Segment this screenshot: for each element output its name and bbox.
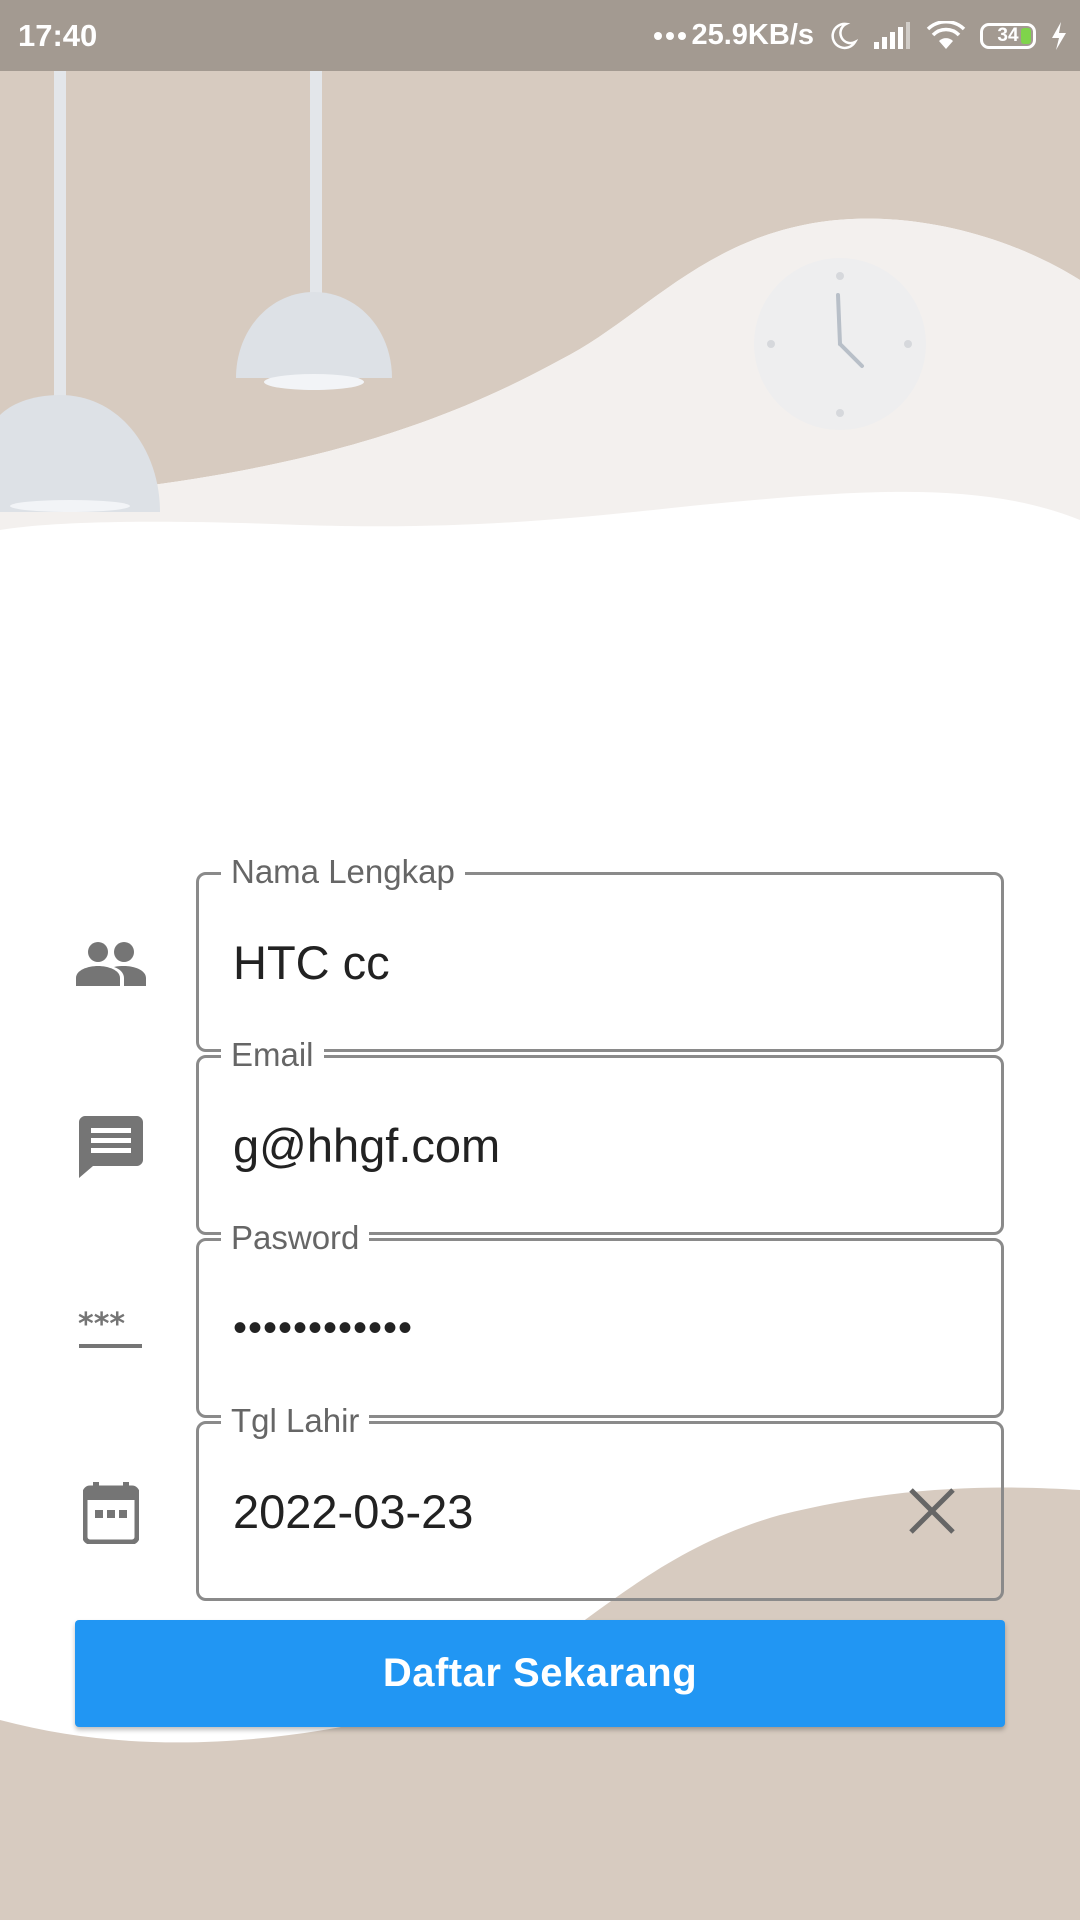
password-field[interactable]: Pasword •••••••••••• xyxy=(196,1219,1004,1418)
full-name-value[interactable]: HTC cc xyxy=(233,875,390,1049)
battery-icon: 34 xyxy=(980,22,1036,49)
birth-date-field[interactable]: Tgl Lahir 2022-03-23 xyxy=(196,1402,1004,1601)
more-dots-icon xyxy=(654,31,687,40)
birth-date-value[interactable]: 2022-03-23 xyxy=(233,1424,473,1598)
charging-bolt-icon xyxy=(1052,21,1066,50)
status-time: 17:40 xyxy=(18,17,98,53)
moon-icon xyxy=(831,22,858,49)
message-icon xyxy=(76,1116,146,1178)
status-bar: 17:40 25.9KB/s 34 xyxy=(0,0,1080,71)
people-icon xyxy=(76,934,146,994)
svg-text:***: *** xyxy=(78,1310,125,1342)
register-button-label: Daftar Sekarang xyxy=(382,1651,698,1695)
battery-level: 34 xyxy=(997,24,1019,46)
status-icons: 25.9KB/s 34 xyxy=(653,19,1068,52)
email-value[interactable]: g@hhgf.com xyxy=(233,1058,500,1232)
close-icon[interactable] xyxy=(905,1484,959,1538)
wifi-icon xyxy=(926,20,966,49)
calendar-icon xyxy=(76,1482,146,1544)
network-speed: 25.9KB/s xyxy=(691,19,814,51)
password-icon: *** xyxy=(76,1300,146,1360)
email-field[interactable]: Email g@hhgf.com xyxy=(196,1036,1004,1235)
form-row-password: *** Pasword •••••••••••• xyxy=(0,1219,1080,1418)
full-name-field[interactable]: Nama Lengkap HTC cc xyxy=(196,853,1004,1052)
form-row-birth-date: Tgl Lahir 2022-03-23 xyxy=(0,1402,1080,1601)
register-button[interactable]: Daftar Sekarang xyxy=(75,1620,1005,1727)
wall-clock-illustration xyxy=(754,258,926,430)
form-row-email: Email g@hhgf.com xyxy=(0,1036,1080,1235)
signal-icon xyxy=(874,21,910,49)
form-row-full-name: Nama Lengkap HTC cc xyxy=(0,853,1080,1052)
password-value[interactable]: •••••••••••• xyxy=(233,1241,413,1415)
